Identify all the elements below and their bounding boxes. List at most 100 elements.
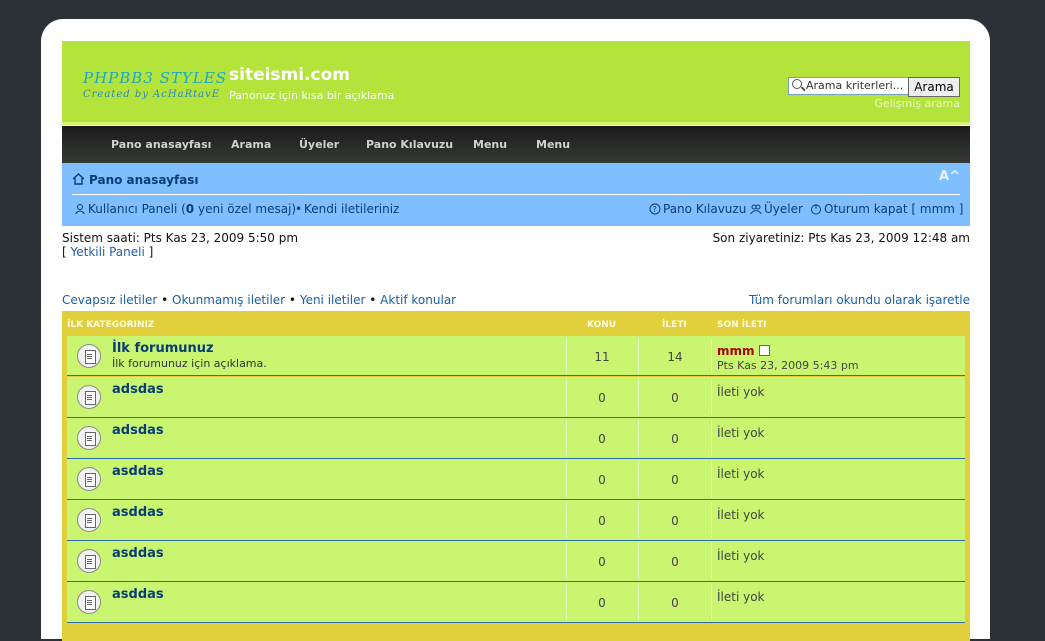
forum-row: adsdas 0 0 İleti yok — [67, 377, 965, 418]
mark-all-read-link[interactable]: Tüm forumları okundu olarak işaretle — [749, 293, 970, 307]
forum-read-icon — [77, 508, 101, 532]
nav-item-members[interactable]: Üyeler — [299, 138, 339, 151]
unread-posts-link[interactable]: Okunmamış iletiler — [172, 293, 285, 307]
forum-read-icon — [77, 467, 101, 491]
column-divider — [638, 543, 639, 579]
column-divider — [566, 338, 567, 373]
forum-read-icon — [77, 549, 101, 573]
column-divider — [638, 461, 639, 497]
nav-item-search[interactable]: Arama — [231, 138, 271, 151]
forum-name-link[interactable]: adsdas — [112, 423, 164, 438]
user-panel-link[interactable]: Kullanıcı Paneli (0 yeni özel mesaj) — [74, 202, 296, 216]
breadcrumb-divider — [72, 194, 960, 195]
no-posts-label: İleti yok — [717, 590, 765, 604]
column-divider — [638, 420, 639, 456]
column-divider — [711, 543, 712, 579]
forum-row: asddas 0 0 İleti yok — [67, 582, 965, 623]
post-count: 0 — [671, 432, 679, 446]
post-count: 0 — [671, 596, 679, 610]
forum-read-icon — [77, 590, 101, 614]
column-divider — [566, 420, 567, 456]
topic-count: 0 — [598, 391, 606, 405]
active-topics-link[interactable]: Aktif konular — [380, 293, 456, 307]
forum-read-icon — [77, 426, 101, 450]
forum-row: İlk forumunuz İlk forumunuz için açıklam… — [67, 336, 965, 376]
no-posts-label: İleti yok — [717, 385, 765, 399]
forum-name-link[interactable]: adsdas — [112, 382, 164, 397]
topic-count: 0 — [598, 473, 606, 487]
main-navbar: Pano anasayfası Arama Üyeler Pano Kılavu… — [62, 126, 970, 163]
forum-name-link[interactable]: asddas — [112, 505, 164, 520]
column-divider — [711, 338, 712, 373]
forum-name-link[interactable]: asddas — [112, 587, 164, 602]
forum-row: asddas 0 0 İleti yok — [67, 459, 965, 500]
advanced-search-link[interactable]: Gelişmiş arama — [874, 97, 960, 110]
nav-item-menu-1[interactable]: Menu — [473, 138, 507, 151]
moderator-panel: [ Yetkili Paneli ] — [62, 245, 154, 259]
post-count: 0 — [671, 473, 679, 487]
nav-item-faq[interactable]: Pano Kılavuzu — [366, 138, 453, 151]
pm-count: 0 — [185, 202, 195, 216]
forum-name-link[interactable]: İlk forumunuz — [112, 341, 214, 356]
members-icon — [750, 204, 762, 215]
view-latest-post-icon[interactable] — [758, 345, 770, 356]
search-button[interactable]: Arama — [908, 77, 960, 97]
forum-name-link[interactable]: asddas — [112, 464, 164, 479]
column-divider — [566, 502, 567, 538]
font-resize-icon[interactable]: A^ — [939, 169, 960, 184]
site-description: Panonuz için kısa bir açıklama — [229, 89, 395, 102]
forum-description: İlk forumunuz için açıklama. — [112, 357, 267, 370]
column-divider — [638, 502, 639, 538]
nav-item-menu-2[interactable]: Menu — [536, 138, 570, 151]
search-placeholder: Arama kriterleri... — [806, 79, 904, 92]
forum-read-icon — [77, 385, 101, 409]
column-divider — [638, 584, 639, 620]
topic-count: 0 — [598, 596, 606, 610]
new-posts-link[interactable]: Yeni iletiler — [300, 293, 366, 307]
faq-label: Pano Kılavuzu — [663, 202, 747, 216]
topic-count: 0 — [598, 432, 606, 446]
forum-row: asddas 0 0 İleti yok — [67, 541, 965, 582]
members-link[interactable]: Üyeler — [750, 202, 803, 216]
nav-item-home[interactable]: Pano anasayfası — [111, 138, 211, 151]
column-divider — [638, 338, 639, 373]
faq-link[interactable]: ? Pano Kılavuzu — [649, 202, 746, 216]
column-divider — [566, 584, 567, 620]
column-divider — [566, 461, 567, 497]
user-panel-icon — [75, 204, 85, 215]
column-divider — [566, 379, 567, 415]
moderator-panel-link[interactable]: Yetkili Paneli — [71, 245, 145, 259]
site-header: PHPBB3 STYLES Created by AcHaRtavE sitei… — [62, 41, 970, 125]
own-posts-link[interactable]: Kendi iletileriniz — [304, 202, 399, 216]
col-header-posts: İLETI — [662, 320, 687, 330]
search-icon — [792, 79, 802, 89]
no-posts-label: İleti yok — [717, 426, 765, 440]
power-icon — [811, 204, 821, 215]
breadcrumb-home[interactable]: Pano anasayfası — [89, 173, 199, 187]
category-title[interactable]: İLK KATEGORINIZ — [67, 320, 154, 330]
forum-name-link[interactable]: asddas — [112, 546, 164, 561]
svg-text:?: ? — [653, 205, 657, 214]
logout-link[interactable]: Oturum kapat [ mmm ] — [810, 202, 963, 216]
site-logo[interactable]: PHPBB3 STYLES Created by AcHaRtavE — [83, 69, 227, 100]
column-divider — [711, 502, 712, 538]
post-count: 0 — [671, 514, 679, 528]
logout-label: Oturum kapat [ mmm ] — [824, 202, 964, 216]
members-label: Üyeler — [764, 202, 803, 216]
no-posts-label: İleti yok — [717, 508, 765, 522]
user-panel-label: Kullanıcı Paneli — [88, 202, 178, 216]
column-divider — [711, 420, 712, 456]
last-post-user[interactable]: mmm — [717, 344, 770, 358]
column-divider — [711, 584, 712, 620]
forum-category-box: İLK KATEGORINIZ KONU İLETI SON İLETI İlk… — [62, 311, 970, 641]
faq-icon: ? — [649, 203, 661, 215]
unanswered-posts-link[interactable]: Cevapsız iletiler — [62, 293, 157, 307]
last-visit: Son ziyaretiniz: Pts Kas 23, 2009 12:48 … — [712, 231, 970, 245]
site-title[interactable]: siteismi.com — [229, 65, 350, 85]
column-divider — [638, 379, 639, 415]
search-input[interactable]: Arama kriterleri... — [788, 77, 921, 95]
home-icon — [72, 173, 85, 185]
last-post-time: Pts Kas 23, 2009 5:43 pm — [717, 359, 859, 372]
col-header-topics: KONU — [587, 320, 617, 330]
topic-count: 11 — [594, 350, 610, 364]
